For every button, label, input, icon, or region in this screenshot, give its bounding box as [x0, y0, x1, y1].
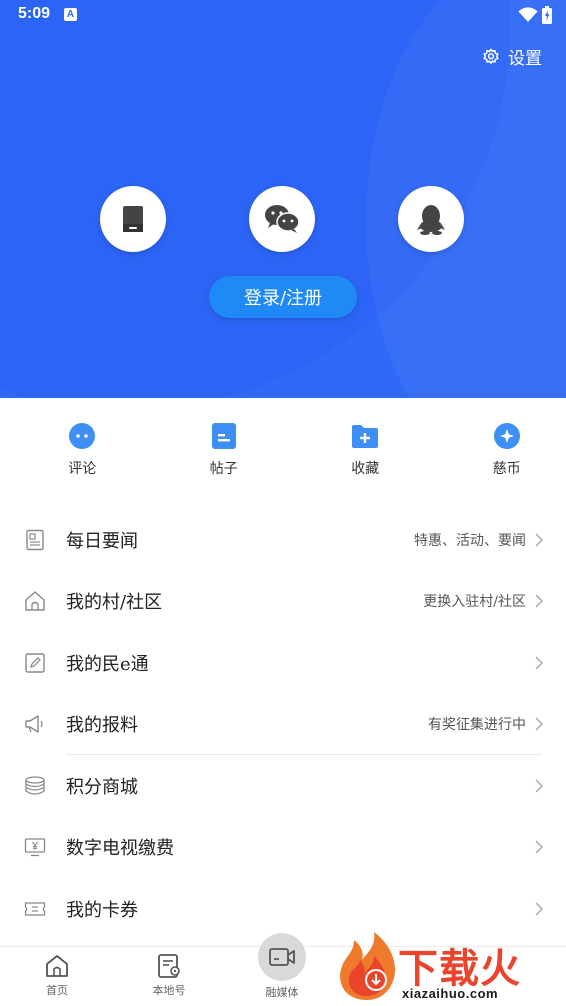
megaphone-icon — [24, 713, 46, 735]
menu-item-title: 我的民e通 — [66, 653, 149, 675]
wechat-icon — [265, 205, 300, 233]
tv-yen-icon — [24, 836, 46, 858]
phone-login-button[interactable] — [100, 186, 166, 252]
quick-item-favorites[interactable]: 收藏 — [306, 398, 425, 498]
menu-item-daily-news[interactable]: 每日要闻 特惠、活动、要闻 — [0, 509, 566, 571]
quick-item-label: 慈币 — [492, 461, 521, 477]
edit-icon — [24, 652, 46, 674]
phone-icon — [123, 206, 143, 232]
chevron-right-icon — [535, 594, 544, 608]
qq-login-button[interactable] — [398, 186, 464, 252]
tab-label: 首页 — [46, 984, 68, 997]
menu-item-title: 我的卡券 — [66, 899, 138, 921]
menu-item-digital-tv-payment[interactable]: 数字电视缴费 — [0, 817, 566, 879]
gear-icon — [483, 47, 499, 64]
status-time: 5:09 — [18, 5, 51, 22]
quick-item-label: 评论 — [68, 461, 97, 477]
home-tab-icon — [46, 955, 68, 977]
home-icon — [24, 590, 46, 612]
menu-item-hint: 有奖征集进行中 — [428, 717, 526, 734]
quick-item-label: 收藏 — [351, 461, 380, 477]
menu-divider — [66, 754, 542, 755]
ticket-icon — [24, 898, 46, 920]
login-register-button[interactable]: 登录/注册 — [209, 276, 357, 318]
coins-stack-icon — [24, 775, 46, 797]
comment-icon — [68, 422, 96, 450]
menu-item-points-mall[interactable]: 积分商城 — [0, 755, 566, 817]
menu-item-min-e-tong[interactable]: 我的民e通 — [0, 632, 566, 694]
battery-icon — [542, 6, 552, 24]
tab-home[interactable]: 首页 — [22, 953, 92, 998]
menu-item-title: 我的村/社区 — [66, 592, 163, 614]
flame-logo-icon — [340, 932, 396, 1000]
tab-label: 本地号 — [152, 984, 186, 997]
newspaper-icon — [24, 529, 46, 551]
quick-item-comments[interactable]: 评论 — [23, 398, 142, 498]
notification-icon: A — [64, 8, 77, 21]
coin-icon — [493, 422, 521, 450]
menu-item-my-reports[interactable]: 我的报料 有奖征集进行中 — [0, 694, 566, 756]
quick-item-label: 帖子 — [209, 461, 238, 477]
chevron-right-icon — [535, 656, 544, 670]
chevron-right-icon — [535, 840, 544, 854]
watermark-url: xiazaihuo.com — [402, 986, 499, 1001]
chevron-right-icon — [535, 533, 544, 547]
tab-media[interactable]: 融媒体 — [247, 933, 317, 1000]
chevron-right-icon — [535, 717, 544, 731]
video-camera-icon — [269, 948, 295, 966]
favorite-folder-icon — [351, 422, 379, 450]
quick-actions: 评论 帖子 收藏 慈币 — [0, 398, 566, 498]
menu-item-hint: 特惠、活动、要闻 — [414, 532, 526, 549]
wechat-login-button[interactable] — [249, 186, 315, 252]
menu-item-title: 数字电视缴费 — [66, 838, 174, 860]
local-account-icon — [158, 954, 180, 978]
quick-item-posts[interactable]: 帖子 — [165, 398, 284, 498]
wifi-icon — [518, 7, 538, 23]
watermark: 下载火 xiazaihuo.com — [332, 928, 566, 1006]
settings-label: 设置 — [508, 49, 542, 69]
menu-item-title: 积分商城 — [66, 776, 138, 798]
profile-menu: 每日要闻 特惠、活动、要闻 我的村/社区 更换入驻村/社区 我的民e通 我的报料… — [0, 509, 566, 940]
post-icon — [210, 422, 238, 450]
tab-label: 融媒体 — [265, 986, 299, 999]
menu-item-hint: 更换入驻村/社区 — [423, 594, 526, 611]
tab-local-account[interactable]: 本地号 — [134, 953, 204, 998]
qq-icon — [417, 205, 445, 235]
menu-item-title: 我的报料 — [66, 715, 138, 737]
chevron-right-icon — [535, 902, 544, 916]
menu-item-my-village[interactable]: 我的村/社区 更换入驻村/社区 — [0, 571, 566, 633]
settings-button[interactable]: 设置 — [482, 44, 542, 69]
media-circle — [258, 933, 306, 981]
menu-item-title: 每日要闻 — [66, 530, 138, 552]
quick-item-coins[interactable]: 慈币 — [448, 398, 566, 498]
status-bar: 5:09 A — [0, 0, 566, 30]
profile-header: 5:09 A 设置 登录/注册 — [0, 0, 566, 398]
chevron-right-icon — [535, 779, 544, 793]
